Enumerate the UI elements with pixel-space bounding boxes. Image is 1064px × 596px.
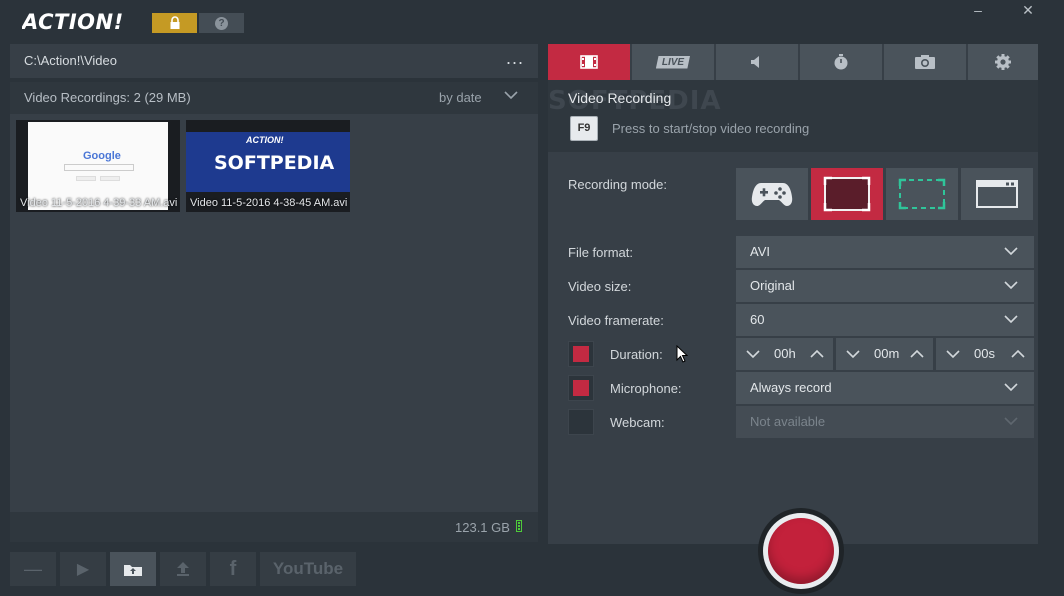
mouse-cursor-icon bbox=[676, 345, 688, 363]
recording-mode-label: Recording mode: bbox=[568, 177, 667, 192]
youtube-icon: YouTube bbox=[272, 559, 344, 578]
film-icon bbox=[580, 55, 598, 69]
tab-settings[interactable] bbox=[968, 44, 1038, 80]
minimize-button[interactable]: – bbox=[972, 0, 984, 20]
recordings-count: Video Recordings: 2 (29 MB) bbox=[24, 90, 191, 105]
chevron-down-icon bbox=[1004, 281, 1018, 290]
hotkey-key[interactable]: F9 bbox=[570, 116, 598, 141]
thumbnail-preview: ACTION! SOFTPEDIA bbox=[186, 132, 350, 192]
gamepad-icon bbox=[751, 183, 793, 206]
gear-icon bbox=[995, 54, 1011, 70]
disk-level-icon bbox=[516, 520, 522, 532]
tab-screenshot[interactable] bbox=[884, 44, 966, 80]
chevron-up-icon[interactable] bbox=[1011, 349, 1025, 359]
mode-tabs: LIVE bbox=[548, 44, 1038, 80]
play-button[interactable]: ▶ bbox=[60, 552, 106, 586]
record-button-ring bbox=[763, 513, 839, 589]
chevron-down-icon bbox=[1004, 247, 1018, 256]
lock-button[interactable] bbox=[152, 13, 197, 33]
camera-icon bbox=[915, 55, 935, 69]
hotkey-hint: Press to start/stop video recording bbox=[612, 121, 810, 136]
chevron-down-icon[interactable] bbox=[946, 349, 960, 359]
webcam-dropdown: Not available bbox=[736, 406, 1034, 438]
title-bar: ACTION! ? – ✕ bbox=[0, 0, 1064, 40]
folder-path: C:\Action!\Video bbox=[24, 53, 117, 68]
bottom-toolbar: — ▶ f YouTube bbox=[10, 552, 356, 586]
webcam-label: Webcam: bbox=[610, 415, 665, 430]
tab-live[interactable]: LIVE bbox=[632, 44, 714, 80]
upload-button[interactable] bbox=[160, 552, 206, 586]
framerate-label: Video framerate: bbox=[568, 313, 664, 328]
microphone-dropdown[interactable]: Always record bbox=[736, 372, 1034, 404]
duration-label: Duration: bbox=[610, 347, 663, 362]
sort-dropdown[interactable]: by date bbox=[439, 90, 482, 105]
chevron-down-icon bbox=[1004, 417, 1018, 426]
status-bar: 123.1 GB bbox=[10, 512, 538, 542]
chevron-down-icon[interactable] bbox=[846, 349, 860, 359]
delete-button[interactable]: — bbox=[10, 552, 56, 586]
youtube-button[interactable]: YouTube bbox=[260, 552, 356, 586]
tab-video[interactable] bbox=[548, 44, 630, 80]
chevron-down-icon[interactable] bbox=[746, 349, 760, 359]
file-format-dropdown[interactable]: AVI bbox=[736, 236, 1034, 268]
lock-icon bbox=[170, 16, 179, 29]
window-icon bbox=[976, 180, 1018, 208]
chevron-down-icon bbox=[1004, 315, 1018, 324]
recording-thumbnail[interactable]: ACTION! SOFTPEDIA Video 11-5-2016 4-38-4… bbox=[186, 120, 350, 212]
folder-upload-icon bbox=[124, 565, 142, 576]
chevron-up-icon[interactable] bbox=[810, 349, 824, 359]
path-bar: C:\Action!\Video ... bbox=[10, 44, 538, 78]
disk-free-space: 123.1 GB bbox=[455, 520, 510, 535]
minutes-stepper[interactable]: 00m bbox=[836, 338, 933, 370]
upload-icon bbox=[177, 562, 189, 576]
app-logo: ACTION! bbox=[22, 10, 124, 34]
tab-timer[interactable] bbox=[800, 44, 882, 80]
settings-panel: LIVE SOFTPEDIA Video Recording F9 Press … bbox=[548, 44, 1038, 544]
chevron-up-icon[interactable] bbox=[910, 349, 924, 359]
recording-mode-selector bbox=[736, 168, 1034, 220]
webcam-checkbox[interactable] bbox=[568, 409, 594, 435]
mode-game-button[interactable] bbox=[736, 168, 808, 220]
browse-more-button[interactable]: ... bbox=[506, 48, 524, 69]
chevron-down-icon[interactable] bbox=[504, 90, 518, 100]
seconds-stepper[interactable]: 00s bbox=[936, 338, 1034, 370]
mode-window-button[interactable] bbox=[961, 168, 1033, 220]
fullscreen-icon bbox=[823, 176, 871, 212]
microphone-label: Microphone: bbox=[610, 381, 682, 396]
mode-fullscreen-button[interactable] bbox=[811, 168, 883, 220]
framerate-dropdown[interactable]: 60 bbox=[736, 304, 1034, 336]
open-folder-button[interactable] bbox=[110, 552, 156, 586]
tab-audio[interactable] bbox=[716, 44, 798, 80]
close-button[interactable]: ✕ bbox=[1018, 0, 1038, 20]
record-icon bbox=[768, 518, 834, 584]
video-size-label: Video size: bbox=[568, 279, 632, 294]
play-icon: ▶ bbox=[76, 561, 90, 578]
help-button[interactable]: ? bbox=[199, 13, 244, 33]
duration-stepper: 00h 00m 00s bbox=[736, 338, 1034, 370]
stopwatch-icon bbox=[834, 54, 848, 70]
duration-checkbox[interactable] bbox=[568, 341, 594, 367]
facebook-icon: f bbox=[229, 557, 237, 580]
file-format-label: File format: bbox=[568, 245, 634, 260]
panel-title: Video Recording bbox=[568, 90, 672, 106]
speaker-icon bbox=[751, 56, 759, 68]
record-button[interactable] bbox=[758, 508, 844, 594]
recording-name: Video 11-5-2016 4-39-33 AM.avi bbox=[20, 197, 178, 209]
live-icon: LIVE bbox=[655, 55, 691, 69]
facebook-button[interactable]: f bbox=[210, 552, 256, 586]
hours-stepper[interactable]: 00h bbox=[736, 338, 833, 370]
help-icon: ? bbox=[215, 16, 228, 30]
minus-icon: — bbox=[24, 558, 42, 579]
recordings-list: Google Video 11-5-2016 4-39-33 AM.avi AC… bbox=[10, 114, 538, 512]
video-size-dropdown[interactable]: Original bbox=[736, 270, 1034, 302]
chevron-down-icon bbox=[1004, 383, 1018, 392]
mode-region-button[interactable] bbox=[886, 168, 958, 220]
recording-thumbnail[interactable]: Google Video 11-5-2016 4-39-33 AM.avi bbox=[16, 120, 180, 212]
recording-name: Video 11-5-2016 4-38-45 AM.avi bbox=[190, 197, 348, 209]
video-recording-header: SOFTPEDIA Video Recording F9 Press to st… bbox=[548, 80, 1038, 152]
region-select-icon bbox=[898, 178, 946, 210]
microphone-checkbox[interactable] bbox=[568, 375, 594, 401]
recordings-header: Video Recordings: 2 (29 MB) by date bbox=[10, 82, 538, 114]
